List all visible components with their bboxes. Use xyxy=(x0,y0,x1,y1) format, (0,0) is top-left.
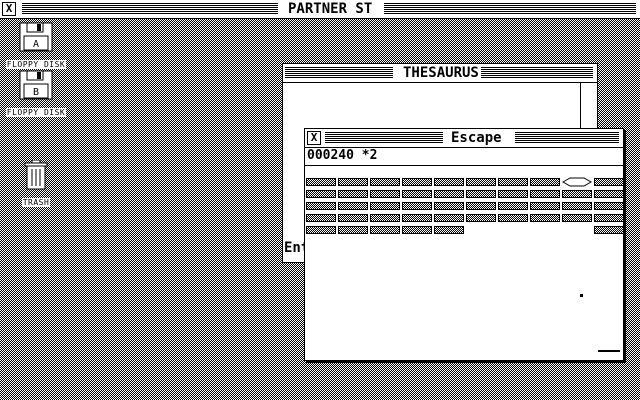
brick xyxy=(594,214,624,222)
escape-title-bar[interactable]: X Escape xyxy=(305,129,623,148)
ball xyxy=(580,294,583,297)
title-bar-stripes-left xyxy=(22,3,278,15)
brick xyxy=(498,190,528,198)
brick xyxy=(498,214,528,222)
svg-text:A: A xyxy=(33,39,39,50)
trash-can-icon xyxy=(24,160,48,190)
brick xyxy=(562,214,592,222)
trash-icon[interactable]: TRASH xyxy=(0,160,72,209)
brick xyxy=(466,214,496,222)
title-bar-stripes-right xyxy=(481,67,593,79)
desktop-title: PARTNER ST xyxy=(282,1,379,17)
brick xyxy=(434,178,464,186)
brick xyxy=(562,202,592,210)
game-playfield[interactable] xyxy=(305,166,624,360)
brick xyxy=(434,226,464,234)
brick xyxy=(338,190,368,198)
desktop-close-box[interactable]: X xyxy=(2,2,16,16)
brick xyxy=(306,202,336,210)
icon-label: FLOPPY DISK xyxy=(5,60,67,69)
brick xyxy=(338,214,368,222)
floppy-disk-icon: B xyxy=(19,70,53,100)
floppy-disk-a-icon[interactable]: A FLOPPY DISK xyxy=(0,22,72,71)
icon-label: TRASH xyxy=(21,198,51,207)
brick xyxy=(402,214,432,222)
escape-close-box[interactable]: X xyxy=(307,131,321,145)
thesaurus-title-bar[interactable]: THESAURUS xyxy=(283,64,597,83)
brick xyxy=(594,178,624,186)
brick xyxy=(434,202,464,210)
brick xyxy=(370,214,400,222)
brick xyxy=(594,202,624,210)
brick xyxy=(530,202,560,210)
title-bar-stripes-right xyxy=(515,132,619,144)
score-value: 000240 xyxy=(307,148,354,163)
brick xyxy=(306,226,336,234)
score-bar: 000240 *2 xyxy=(305,147,623,166)
brick xyxy=(370,178,400,186)
brick xyxy=(370,190,400,198)
brick xyxy=(530,178,560,186)
brick xyxy=(562,190,592,198)
brick xyxy=(434,190,464,198)
brick xyxy=(466,178,496,186)
brick xyxy=(530,190,560,198)
escape-game-window[interactable]: X Escape 000240 *2 xyxy=(304,128,624,361)
brick xyxy=(370,226,400,234)
floppy-disk-b-icon[interactable]: B FLOPPY DISK xyxy=(0,70,72,119)
brick xyxy=(370,202,400,210)
brick xyxy=(306,178,336,186)
icon-label: FLOPPY DISK xyxy=(5,108,67,117)
brick xyxy=(306,190,336,198)
brick xyxy=(306,214,336,222)
brick xyxy=(402,178,432,186)
brick xyxy=(338,202,368,210)
floppy-disk-icon: A xyxy=(19,22,53,52)
title-bar-stripes-left xyxy=(285,67,393,79)
brick xyxy=(594,226,624,234)
paddle[interactable] xyxy=(598,350,620,352)
brick xyxy=(434,214,464,222)
brick xyxy=(530,214,560,222)
brick xyxy=(466,190,496,198)
brick-special xyxy=(562,177,592,187)
desktop-menu-bar: X PARTNER ST xyxy=(0,0,640,19)
lives-value: *2 xyxy=(361,148,378,163)
brick xyxy=(338,178,368,186)
title-bar-stripes-left xyxy=(325,132,443,144)
thesaurus-title: THESAURUS xyxy=(397,65,485,81)
brick xyxy=(402,190,432,198)
brick xyxy=(498,202,528,210)
brick xyxy=(402,202,432,210)
window-shadow xyxy=(306,361,626,363)
escape-title: Escape xyxy=(445,130,508,146)
window-shadow xyxy=(624,130,626,363)
title-bar-stripes-right xyxy=(384,3,636,15)
svg-text:B: B xyxy=(33,87,39,98)
brick xyxy=(498,178,528,186)
brick xyxy=(466,202,496,210)
brick xyxy=(402,226,432,234)
brick xyxy=(338,226,368,234)
brick xyxy=(594,190,624,198)
